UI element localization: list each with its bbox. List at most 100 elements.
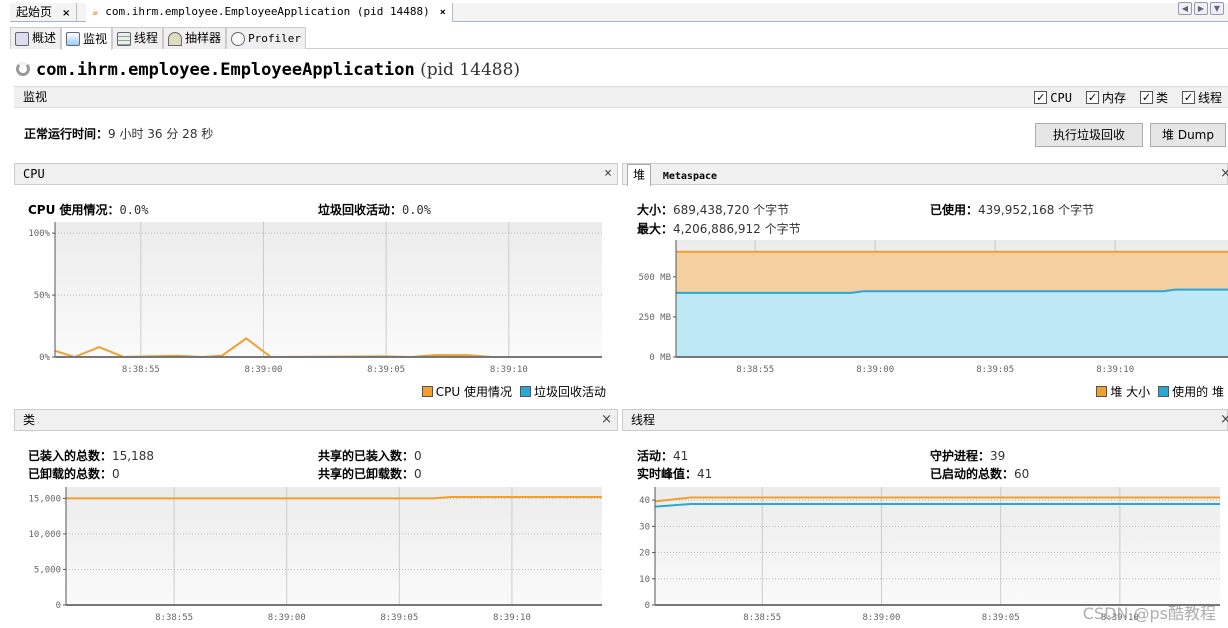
y-tick-label: 100% [28, 229, 50, 239]
live-threads-stat: 活动：41 [637, 447, 688, 464]
tab-application[interactable]: ☕ com.ihrm.employee.EmployeeApplication … [86, 3, 453, 22]
close-icon[interactable]: × [601, 410, 612, 430]
toggle-cpu[interactable]: ✓ CPU [1034, 89, 1072, 106]
checkbox-checked-icon[interactable]: ✓ [1139, 91, 1153, 104]
toggle-memory[interactable]: ✓ 内存 [1085, 89, 1126, 106]
tab-heap[interactable]: 堆 [627, 164, 652, 186]
y-tick-label: 0% [39, 353, 50, 363]
legend-item-used-heap: 使用的 堆 [1158, 383, 1224, 400]
tab-label: 概述 [32, 31, 57, 45]
scroll-right-icon[interactable]: ▶ [1194, 2, 1208, 15]
toggle-label: 内存 [1101, 91, 1126, 105]
y-tick-label: 0 [645, 601, 650, 611]
uptime-label: 正常运行时间： [24, 127, 109, 141]
stat-label: 共享的已装入数： [318, 449, 415, 463]
x-tick-label: 8:38:55 [122, 365, 160, 375]
perform-gc-button[interactable]: 执行垃圾回收 [1035, 123, 1143, 147]
plot-background [66, 487, 602, 605]
legend-swatch [1158, 386, 1170, 397]
tab-profiler[interactable]: Profiler [226, 27, 307, 49]
checkbox-checked-icon[interactable]: ✓ [1034, 91, 1048, 104]
legend-label: 垃圾回收活动 [533, 385, 606, 399]
x-tick-label: 8:39:00 [856, 365, 894, 375]
panel-title: 类 [23, 413, 36, 427]
x-tick-label: 8:39:05 [380, 613, 418, 623]
threads-icon [117, 31, 132, 46]
legend-label: 堆 大小 [1110, 385, 1151, 399]
y-tick-label: 15,000 [28, 494, 61, 504]
stat-label: 已装入的总数： [28, 449, 113, 463]
watermark: CSDN @ps酷教程 [1082, 604, 1216, 623]
tab-sampler[interactable]: 抽样器 [163, 27, 227, 49]
plot-background [55, 222, 602, 357]
close-icon[interactable]: × [1220, 410, 1228, 430]
legend-swatch [421, 386, 433, 397]
toggle-label: CPU [1050, 90, 1072, 105]
section-label: 监视 [23, 90, 48, 104]
java-cup-icon: ☕ [92, 5, 99, 18]
stat-label: 共享的已卸载数： [318, 467, 415, 481]
shared-loaded-stat: 共享的已装入数：0 [318, 447, 422, 464]
close-icon[interactable]: × [62, 8, 70, 19]
x-tick-label: 8:38:55 [155, 613, 193, 623]
tab-label: 起始页 [16, 5, 53, 19]
legend-label: 使用的 堆 [1172, 385, 1224, 399]
uptime-value: 9 小时 36 分 28 秒 [108, 127, 214, 141]
tab-start-page[interactable]: 起始页 × [10, 3, 78, 22]
legend-item-cpu: CPU 使用情况 [421, 383, 512, 400]
close-icon[interactable]: × [604, 164, 612, 184]
tab-overview[interactable]: 概述 [10, 27, 62, 49]
stat-label: 实时峰值： [637, 467, 698, 481]
y-tick-label: 250 MB [638, 313, 671, 323]
stat-value: 0 [414, 449, 422, 463]
close-icon[interactable]: × [440, 7, 446, 18]
daemon-threads-stat: 守护进程：39 [930, 447, 1005, 464]
stat-label: 已卸载的总数： [28, 467, 113, 481]
x-tick-label: 8:38:55 [743, 613, 781, 623]
tab-label: 抽样器 [185, 31, 222, 45]
y-tick-label: 30 [639, 522, 650, 532]
x-tick-label: 8:39:05 [367, 365, 405, 375]
y-tick-label: 10,000 [28, 530, 61, 540]
legend-label: CPU 使用情况 [435, 385, 512, 399]
y-tick-label: 50% [34, 291, 51, 301]
y-tick-label: 0 [56, 601, 61, 611]
y-tick-label: 10 [639, 575, 650, 585]
series-area-1 [676, 289, 1228, 357]
heap-dump-button[interactable]: 堆 Dump [1150, 123, 1226, 147]
classes-chart: 8:38:55 8:39:00 8:39:05 8:39:10 0 5,000 10,000… [28, 487, 602, 623]
panel-title: CPU [23, 167, 45, 181]
y-tick-label: 20 [639, 549, 650, 559]
tab-monitor[interactable]: 监视 [61, 27, 113, 50]
sampler-icon [168, 31, 183, 46]
checkbox-checked-icon[interactable]: ✓ [1181, 91, 1195, 104]
stat-value: 15,188 [112, 449, 155, 463]
scroll-left-icon[interactable]: ◀ [1178, 2, 1192, 15]
app-name: com.ihrm.employee.EmployeeApplication [36, 60, 415, 80]
threads-panel-header: 线程 × [622, 409, 1228, 431]
page-title: com.ihrm.employee.EmployeeApplication (p… [16, 60, 520, 80]
x-tick-label: 8:38:55 [736, 365, 774, 375]
stat-label: 活动： [637, 449, 674, 463]
tab-threads[interactable]: 线程 [112, 27, 164, 49]
x-tick-label: 8:39:05 [982, 613, 1020, 623]
tab-label: com.ihrm.employee.EmployeeApplication (p… [105, 5, 430, 18]
heap-legend: 堆 大小 使用的 堆 [1096, 383, 1224, 400]
cpu-legend: CPU 使用情况 垃圾回收活动 [421, 383, 606, 400]
toggle-classes[interactable]: ✓ 类 [1139, 89, 1168, 106]
info-icon [15, 31, 29, 46]
close-icon[interactable]: × [1220, 164, 1228, 184]
tab-label: Profiler [248, 32, 302, 45]
checkbox-checked-icon[interactable]: ✓ [1085, 91, 1099, 104]
tab-navigation: ◀ ▶ ▼ [1178, 2, 1224, 15]
panel-toggles: ✓ CPU ✓ 内存 ✓ 类 ✓ 线程 [1034, 89, 1222, 106]
x-tick-label: 8:39:00 [245, 365, 283, 375]
dropdown-icon[interactable]: ▼ [1210, 2, 1224, 15]
y-tick-label: 40 [639, 496, 650, 506]
stat-value: 0 [112, 467, 120, 481]
tab-metaspace[interactable]: Metaspace [663, 171, 717, 182]
stat-value: 39 [990, 449, 1006, 463]
toggle-threads[interactable]: ✓ 线程 [1181, 89, 1222, 106]
y-tick-label: 500 MB [638, 273, 671, 283]
classes-panel-header: 类 × [14, 409, 618, 431]
